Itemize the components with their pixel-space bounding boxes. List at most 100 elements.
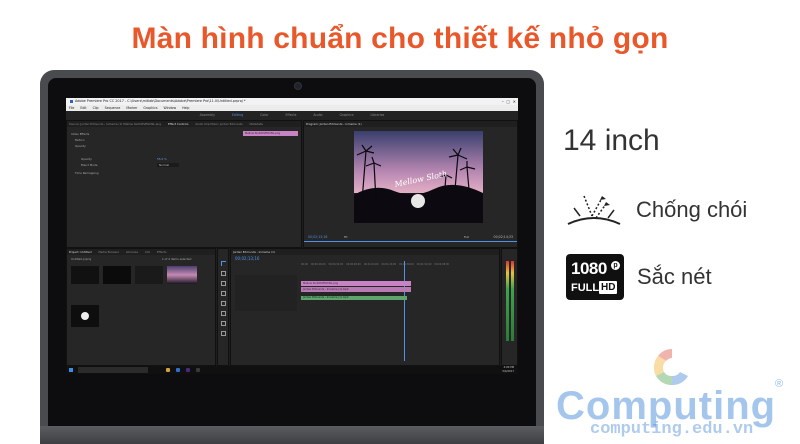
tab-info[interactable]: Info [145,250,150,254]
hand-tool-icon[interactable] [221,321,226,326]
timeline-panel: Jordan Edmunds - Inmeme (1) 00;02;13;16 … [230,248,500,366]
sunset-palm-image: Mellow Sloth [354,131,483,223]
tab-metadata[interactable]: Metadata [250,122,263,126]
fit-select[interactable]: Fit [344,235,348,239]
timeline-timecode[interactable]: 00;02;13;16 [235,256,259,261]
effect-controls-tabs: Source: Jordan Edmunds - Inmeme (1) Mell… [67,121,301,127]
windows-taskbar: 4:00 PM 5/4/2017 [66,366,518,374]
tab-effects[interactable]: Effects [157,250,167,254]
tools-panel [217,248,229,366]
tab-media-browser[interactable]: Media Browser [98,250,119,254]
fx-row-blend-mode: Blend Mode [81,163,98,167]
type-tool-icon[interactable] [221,331,226,336]
tab-source[interactable]: Source: Jordan Edmunds - Inmeme (1) Mell… [69,122,161,126]
effect-controls-clip[interactable]: Mellow Slo0d0VPOCNL.png [243,131,298,136]
blend-mode-select[interactable]: Normal [157,163,180,167]
resolution-select[interactable]: Full [464,235,469,239]
fx-row-time-remapping[interactable]: Time Remapping [75,171,99,175]
razor-tool-icon[interactable] [221,291,226,296]
audio-meters-panel [501,248,518,366]
menu-window[interactable]: Window [164,106,177,110]
program-duration: 00;02;14;33 [493,235,513,239]
badge-1080: 1080 [571,259,607,278]
workspace-effects[interactable]: Effects [286,113,297,117]
project-thumb-4[interactable] [167,266,197,284]
full-hd-feature: 1080 p FULL HD Sắc nét [566,254,712,300]
premiere-taskbar-icon[interactable] [186,368,190,372]
tab-timeline-sequence[interactable]: Jordan Edmunds - Inmeme (1) [233,250,275,254]
workspace-audio[interactable]: Audio [313,113,322,117]
opacity-value[interactable]: 55.0 % [157,157,167,161]
ruler-tick: 00;01;36;00 [399,263,414,266]
fx-row-video-effects: Video Effects [71,132,90,136]
watermark-registered: ® [775,378,784,390]
store-icon[interactable] [196,368,200,372]
timeline-clip-image[interactable]: Mellow Slo0d0VPOCNL.png [301,281,411,286]
anti-glare-label: Chống chói [636,197,748,222]
headline: Màn hình chuẩn cho thiết kế nhỏ gọn [131,22,669,55]
pen-tool-icon[interactable] [221,311,226,316]
project-thumb-2[interactable] [103,266,131,284]
menu-graphics[interactable]: Graphics [143,106,157,110]
track-select-tool-icon[interactable] [221,271,226,276]
workspace-assembly[interactable]: Assembly [200,113,215,117]
ruler-tick: 00;01;52;00 [416,263,432,266]
audio-meter-left [506,261,509,341]
project-thumb-3[interactable] [135,266,163,284]
screen-size-label: 14 inch [563,124,660,157]
workspace-graphics[interactable]: Graphics [339,113,353,117]
menu-edit[interactable]: Edit [80,106,86,110]
timeline-ruler[interactable]: 00;00 00;00;16;00 00;00;32;00 00;00;48;0… [301,263,449,266]
workspace-libraries[interactable]: Libraries [371,113,385,117]
menu-sequence[interactable]: Sequence [105,106,121,110]
tab-libraries[interactable]: Libraries [126,250,138,254]
program-monitor-frame: Mellow Sloth [354,131,483,223]
window-controls[interactable]: – ▢ ✕ [502,98,516,105]
tab-effect-controls[interactable]: Effect Controls [168,122,189,126]
menu-file[interactable]: File [69,106,74,110]
program-scrubber[interactable] [304,241,517,242]
timeline-clip-audio[interactable]: Jordan Edmunds - Inmeme (1).mp4 [301,296,407,300]
webcam-icon [294,82,302,90]
project-file-name: Untitled.prproj [71,257,92,261]
start-icon[interactable] [69,368,73,372]
badge-hd: HD [599,281,618,294]
computing-logo-icon [653,349,688,386]
project-thumb-5[interactable] [71,305,99,327]
effect-controls-panel: Source: Jordan Edmunds - Inmeme (1) Mell… [66,120,302,248]
tab-program[interactable]: Program: Jordan Edmunds - Inmeme (1) [306,122,362,126]
ruler-tick: 00;00 [301,263,308,266]
tab-audio-clip-mixer[interactable]: Audio Clip Mixer: Jordan Edmunds [195,122,242,126]
timeline-tabs: Jordan Edmunds - Inmeme (1) [231,249,499,255]
laptop: Adobe Premiere Pro CC 2017 - C:\Users\mi… [40,70,544,444]
premiere-app-icon [70,99,73,103]
project-tabs: Project: Untitled Media Browser Librarie… [67,249,215,255]
fx-row-motion[interactable]: Motion [75,138,84,142]
slip-tool-icon[interactable] [221,301,226,306]
banner: Màn hình chuẩn cho thiết kế nhỏ gọn Adob… [0,0,800,444]
file-explorer-icon[interactable] [166,368,170,372]
window-title: Adobe Premiere Pro CC 2017 - C:\Users\mi… [75,99,246,103]
tab-project[interactable]: Project: Untitled [69,250,91,254]
program-timecode[interactable]: 00;02;13;16 [308,235,327,239]
menu-clip[interactable]: Clip [93,106,99,110]
menu-help[interactable]: Help [182,106,189,110]
selection-tool-icon[interactable] [221,261,226,266]
menu-marker[interactable]: Marker [126,106,137,110]
edge-icon[interactable] [176,368,180,372]
ruler-tick: 00;01;20;00 [381,263,397,266]
timeline-clip-video[interactable]: Jordan Edmunds - Inmeme (1).mp4 [301,287,411,292]
project-thumb-1[interactable] [71,266,99,284]
project-item-count: 1 of 4 items selected [162,257,192,261]
fx-row-opacity[interactable]: Opacity [75,144,86,148]
workspace-editing[interactable]: Editing [232,113,243,117]
track-headers [235,275,297,311]
badge-full: FULL [571,282,600,294]
workspace-color[interactable]: Color [260,113,268,117]
anti-glare-icon [567,195,621,225]
taskbar-clock[interactable]: 4:00 PM 5/4/2017 [502,366,514,374]
ripple-tool-icon[interactable] [221,281,226,286]
playhead[interactable] [404,261,405,361]
taskbar-search-box[interactable] [78,367,148,373]
laptop-bezel: Adobe Premiere Pro CC 2017 - C:\Users\mi… [48,78,536,436]
